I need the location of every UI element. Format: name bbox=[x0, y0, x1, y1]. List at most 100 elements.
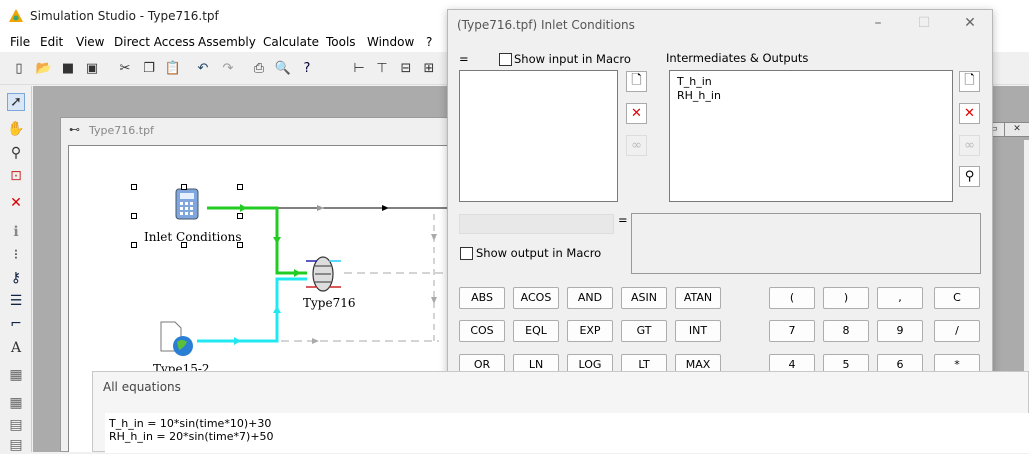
delete-icon[interactable]: ✕ bbox=[7, 194, 25, 212]
save-icon[interactable]: ■ bbox=[59, 59, 77, 77]
outputs-list[interactable]: T_h_in RH_h_in bbox=[669, 70, 953, 202]
help-icon[interactable]: ? bbox=[298, 59, 316, 77]
selection-handle[interactable] bbox=[131, 184, 137, 190]
arrow-marker bbox=[273, 237, 281, 244]
calculator-icon[interactable] bbox=[175, 188, 199, 220]
paste-icon[interactable]: 📋 bbox=[164, 59, 182, 77]
menu-calculate[interactable]: Calculate bbox=[263, 35, 319, 49]
minimize-button[interactable]: – bbox=[868, 15, 888, 35]
type716-component-icon[interactable] bbox=[306, 256, 341, 292]
hand-icon[interactable]: ✋ bbox=[7, 120, 25, 138]
menu-window[interactable]: Window bbox=[367, 35, 414, 49]
variable-name-field[interactable] bbox=[459, 214, 614, 234]
show-output-checkbox[interactable] bbox=[460, 247, 473, 260]
new-file-icon[interactable]: ▯ bbox=[10, 59, 28, 77]
grid-icon[interactable]: ▦ bbox=[7, 366, 25, 384]
func-button[interactable]: ABS bbox=[459, 287, 505, 309]
equation-line: T_h_in = 10*sin(time*10)+30 bbox=[109, 417, 272, 430]
arrow-marker bbox=[234, 337, 241, 345]
func-button[interactable]: EXP bbox=[567, 320, 613, 342]
selection-handle[interactable] bbox=[131, 213, 137, 219]
left-toolbar: ➚ ✋ ⚲ ⊡ ✕ ℹ ⁝ ⚷ ☰ ⌐ A ▦ ▦ ▤ ▤ bbox=[0, 86, 32, 454]
connection-icon[interactable]: ⌐ bbox=[7, 315, 25, 333]
distribute-vertical-icon[interactable]: ⊞ bbox=[420, 59, 438, 77]
link-input-icon[interactable]: ∞ bbox=[626, 135, 647, 156]
open-folder-icon[interactable]: 📂 bbox=[35, 59, 53, 77]
func-button[interactable]: ACOS bbox=[513, 287, 559, 309]
zoom-window-icon[interactable]: ⊡ bbox=[7, 167, 25, 185]
link-output-icon[interactable]: ∞ bbox=[959, 135, 980, 156]
num-button[interactable]: ( bbox=[769, 287, 815, 309]
dialog-title: (Type716.tpf) Inlet Conditions bbox=[457, 18, 635, 32]
arrow-marker bbox=[273, 306, 281, 313]
equation-field[interactable] bbox=[631, 213, 981, 274]
menu-edit[interactable]: Edit bbox=[40, 35, 63, 49]
inputs-list[interactable] bbox=[459, 70, 618, 202]
delete-output-icon[interactable]: ✕ bbox=[959, 103, 980, 124]
num-button[interactable]: , bbox=[877, 287, 923, 309]
grid-icon[interactable]: ▤ bbox=[7, 416, 25, 434]
cyan-connection[interactable] bbox=[197, 277, 307, 343]
menu-file[interactable]: File bbox=[10, 35, 30, 49]
maximize-button[interactable]: ☐ bbox=[914, 15, 934, 35]
num-button[interactable]: ) bbox=[823, 287, 869, 309]
func-button[interactable]: ASIN bbox=[621, 287, 667, 309]
arrow-marker bbox=[431, 297, 437, 304]
delete-input-icon[interactable]: ✕ bbox=[626, 103, 647, 124]
text-icon[interactable]: A bbox=[7, 339, 25, 357]
equals-label: = bbox=[618, 213, 628, 227]
output-item[interactable]: T_h_in bbox=[677, 75, 945, 89]
func-button[interactable]: AND bbox=[567, 287, 613, 309]
redo-icon[interactable]: ↷ bbox=[219, 59, 237, 77]
pointer-icon[interactable]: ➚ bbox=[7, 93, 25, 111]
search-icon[interactable]: ⚲ bbox=[959, 166, 980, 187]
arrow-marker bbox=[382, 205, 389, 211]
grid-icon[interactable]: ▤ bbox=[7, 436, 25, 454]
func-button[interactable]: ATAN bbox=[675, 287, 721, 309]
undo-icon[interactable]: ↶ bbox=[194, 59, 212, 77]
print-preview-icon[interactable]: 🔍 bbox=[274, 59, 292, 77]
func-button[interactable]: INT bbox=[675, 320, 721, 342]
new-input-icon[interactable]: 🗋 bbox=[626, 71, 647, 92]
menu-tools[interactable]: Tools bbox=[326, 35, 356, 49]
close-button[interactable]: ✕ bbox=[960, 15, 980, 35]
cut-icon[interactable]: ✂ bbox=[116, 59, 134, 77]
distribute-horizontal-icon[interactable]: ⊟ bbox=[397, 59, 415, 77]
menu-help[interactable]: ? bbox=[426, 35, 432, 49]
weather-file-icon[interactable] bbox=[160, 321, 193, 356]
num-button[interactable]: 9 bbox=[877, 320, 923, 342]
num-button[interactable]: 7 bbox=[769, 320, 815, 342]
grid-icon[interactable]: ▦ bbox=[7, 394, 25, 412]
close-button[interactable]: ✕ bbox=[1004, 122, 1029, 137]
info-icon[interactable]: ℹ bbox=[7, 223, 25, 241]
equations-text-area[interactable]: T_h_in = 10*sin(time*10)+30 RH_h_in = 20… bbox=[105, 413, 1029, 453]
key-icon[interactable]: ⚷ bbox=[7, 269, 25, 287]
copy-icon[interactable]: ❐ bbox=[140, 59, 158, 77]
link-icon[interactable]: ⁝ bbox=[7, 246, 25, 264]
selection-handle[interactable] bbox=[181, 184, 187, 190]
selection-handle[interactable] bbox=[237, 184, 243, 190]
arrow-marker bbox=[294, 269, 301, 277]
all-equations-panel: All equations T_h_in = 10*sin(time*10)+3… bbox=[92, 371, 1029, 453]
zoom-icon[interactable]: ⚲ bbox=[7, 144, 25, 162]
func-button[interactable]: COS bbox=[459, 320, 505, 342]
list-icon[interactable]: ☰ bbox=[7, 292, 25, 310]
menu-direct-access[interactable]: Direct Access bbox=[114, 35, 195, 49]
func-button[interactable]: EQL bbox=[513, 320, 559, 342]
arrow-marker bbox=[317, 205, 324, 211]
selection-handle[interactable] bbox=[131, 242, 137, 248]
show-input-checkbox[interactable] bbox=[499, 53, 512, 66]
selection-handle[interactable] bbox=[237, 213, 243, 219]
menu-view[interactable]: View bbox=[76, 35, 104, 49]
menu-assembly[interactable]: Assembly bbox=[198, 35, 256, 49]
num-button[interactable]: 8 bbox=[823, 320, 869, 342]
func-button[interactable]: GT bbox=[621, 320, 667, 342]
output-item[interactable]: RH_h_in bbox=[677, 89, 945, 103]
num-button[interactable]: / bbox=[934, 320, 980, 342]
align-horizontal-icon[interactable]: ⊢ bbox=[350, 59, 368, 77]
new-output-icon[interactable]: 🗋 bbox=[959, 71, 980, 92]
save-all-icon[interactable]: ▣ bbox=[83, 59, 101, 77]
print-icon[interactable]: ⎙ bbox=[250, 59, 268, 77]
num-button[interactable]: C bbox=[934, 287, 980, 309]
align-vertical-icon[interactable]: ⊤ bbox=[373, 59, 391, 77]
